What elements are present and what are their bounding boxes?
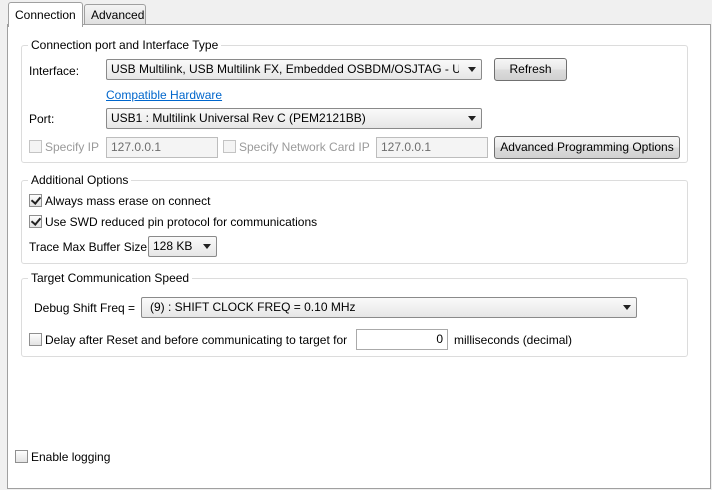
connection-port-group: Connection port and Interface Type Inter… [21,38,688,163]
enable-logging-checkbox[interactable] [15,450,28,463]
enable-logging-label: Enable logging [31,450,111,464]
refresh-button[interactable]: Refresh [494,58,567,81]
mass-erase-checkbox[interactable] [29,194,42,207]
delay-after-reset-checkbox[interactable] [29,333,42,346]
interface-select-value: USB Multilink, USB Multilink FX, Embedde… [111,62,459,76]
connection-port-group-title: Connection port and Interface Type [28,38,222,52]
mass-erase-label: Always mass erase on connect [45,194,211,208]
ip-input[interactable]: 127.0.0.1 [106,137,218,158]
chevron-down-icon [623,305,631,310]
compatible-hardware-link[interactable]: Compatible Hardware [106,88,222,102]
tab-advanced[interactable]: Advanced [84,4,146,24]
delay-after-reset-label: Delay after Reset and before communicati… [45,333,348,347]
swd-protocol-label: Use SWD reduced pin protocol for communi… [45,215,318,229]
port-select[interactable]: USB1 : Multilink Universal Rev C (PEM212… [106,108,482,129]
additional-options-group-title: Additional Options [28,173,132,187]
trace-buffer-value: 128 KB [153,239,193,253]
additional-options-group: Additional Options Always mass erase on … [21,173,688,264]
specify-ip-checkbox[interactable] [29,140,42,153]
trace-buffer-select[interactable]: 128 KB [148,236,217,257]
debug-shift-value: (9) : SHIFT CLOCK FREQ = 0.10 MHz [150,300,356,314]
delay-input[interactable]: 0 [356,329,448,350]
specify-network-card-label: Specify Network Card IP [239,140,370,154]
interface-label: Interface: [29,64,80,78]
delay-unit-label: milliseconds (decimal) [454,333,573,347]
debug-shift-select[interactable]: (9) : SHIFT CLOCK FREQ = 0.10 MHz [141,297,637,318]
connection-panel: Connection port and Interface Type Inter… [7,24,711,489]
swd-protocol-checkbox[interactable] [29,215,42,228]
interface-select[interactable]: USB Multilink, USB Multilink FX, Embedde… [106,59,482,80]
tab-connection[interactable]: Connection [8,2,83,27]
port-select-value: USB1 : Multilink Universal Rev C (PEM212… [111,111,366,125]
target-speed-group: Target Communication Speed Debug Shift F… [21,271,688,357]
port-label: Port: [29,112,55,126]
trace-buffer-label: Trace Max Buffer Size: [29,240,151,254]
chevron-down-icon [203,244,211,249]
chevron-down-icon [468,67,476,72]
network-card-input[interactable]: 127.0.0.1 [376,137,488,158]
target-speed-group-title: Target Communication Speed [28,271,193,285]
advanced-programming-options-button[interactable]: Advanced Programming Options [494,136,680,159]
specify-ip-label: Specify IP [45,140,100,154]
specify-network-card-checkbox[interactable] [223,140,236,153]
chevron-down-icon [468,116,476,121]
debug-shift-label: Debug Shift Freq = [34,301,136,315]
